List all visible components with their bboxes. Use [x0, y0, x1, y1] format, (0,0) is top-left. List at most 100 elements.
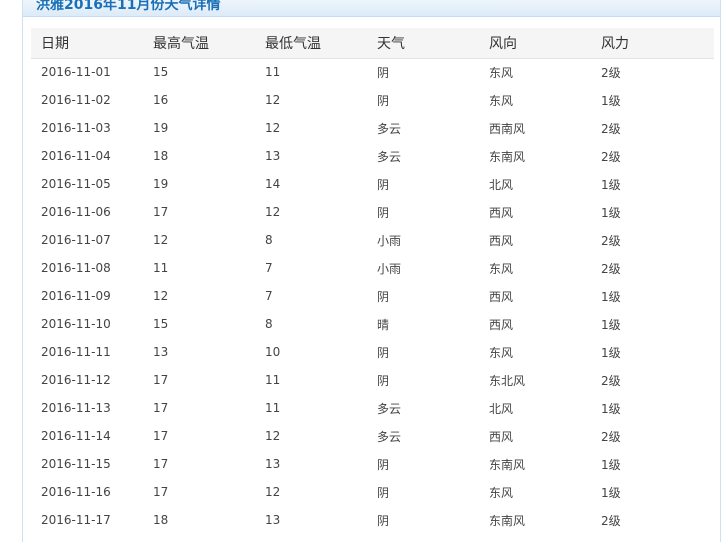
cell-wind-direction: 东北风 [489, 373, 526, 388]
cell-low-temp: 12 [265, 429, 281, 443]
cell-high-temp: 17 [153, 485, 169, 499]
cell-date: 2016-11-10 [41, 317, 111, 331]
cell-wind-force: 1级 [601, 317, 621, 332]
table-row: 2016-11-02 16 12 阴 东风 1级 [31, 86, 714, 114]
cell-low-temp: 12 [265, 485, 281, 499]
cell-weather: 多云 [377, 429, 402, 444]
cell-wind-direction: 东风 [489, 261, 514, 276]
cell-high-temp: 12 [153, 233, 169, 247]
cell-wind-direction: 西风 [489, 317, 514, 332]
cell-wind-force: 1级 [601, 177, 621, 192]
cell-wind-direction: 西南风 [489, 121, 526, 136]
cell-date: 2016-11-09 [41, 289, 111, 303]
cell-wind-direction: 东南风 [489, 513, 526, 528]
cell-wind-direction: 东风 [489, 93, 514, 108]
cell-wind-force: 2级 [601, 149, 621, 164]
table-row: 2016-11-16 17 12 阴 东风 1级 [31, 478, 714, 506]
table-row: 2016-11-14 17 12 多云 西风 2级 [31, 422, 714, 450]
cell-date: 2016-11-05 [41, 177, 111, 191]
cell-high-temp: 17 [153, 429, 169, 443]
cell-wind-direction: 东风 [489, 345, 514, 360]
table-row: 2016-11-09 12 7 阴 西风 1级 [31, 282, 714, 310]
cell-weather: 阴 [377, 373, 390, 388]
panel-title-bar: 洪雅2016年11月份天气详情 [23, 0, 720, 17]
cell-date: 2016-11-16 [41, 485, 111, 499]
cell-low-temp: 11 [265, 401, 281, 415]
cell-wind-direction: 北风 [489, 177, 514, 192]
cell-high-temp: 17 [153, 205, 169, 219]
cell-low-temp: 13 [265, 513, 281, 527]
cell-weather: 多云 [377, 149, 402, 164]
cell-weather: 多云 [377, 401, 402, 416]
table-row: 2016-11-13 17 11 多云 北风 1级 [31, 394, 714, 422]
cell-weather: 阴 [377, 93, 390, 108]
cell-date: 2016-11-11 [41, 345, 111, 359]
cell-low-temp: 12 [265, 93, 281, 107]
cell-weather: 阴 [377, 345, 390, 360]
cell-weather: 小雨 [377, 261, 402, 276]
page-title: 洪雅2016年11月份天气详情 [36, 0, 221, 13]
cell-wind-force: 1级 [601, 457, 621, 472]
weather-table: 日期 最高气温 最低气温 天气 风向 风力 2016-11-01 15 11 阴东风 2… [31, 28, 714, 534]
table-row: 2016-11-05 19 14 阴 北风 1级 [31, 170, 714, 198]
cell-wind-force: 1级 [601, 345, 621, 360]
cell-high-temp: 17 [153, 401, 169, 415]
cell-wind-direction: 西风 [489, 289, 514, 304]
cell-weather: 阴 [377, 457, 390, 472]
cell-date: 2016-11-12 [41, 373, 111, 387]
header-high-temp: 最高气温 [143, 28, 255, 59]
cell-wind-direction: 东南风 [489, 457, 526, 472]
cell-high-temp: 17 [153, 457, 169, 471]
cell-low-temp: 13 [265, 149, 281, 163]
cell-low-temp: 11 [265, 373, 281, 387]
cell-high-temp: 19 [153, 177, 169, 191]
cell-weather: 阴 [377, 289, 390, 304]
cell-wind-force: 1级 [601, 205, 621, 220]
cell-weather: 阴 [377, 205, 390, 220]
table-body: 2016-11-01 15 11 阴东风 2级 2016-11-02 16 12 阴东风 1级 20… [31, 58, 714, 534]
cell-low-temp: 11 [265, 65, 281, 80]
table-row: 2016-11-10 15 8 晴 西风 1级 [31, 310, 714, 338]
cell-low-temp: 14 [265, 177, 281, 191]
cell-date: 2016-11-13 [41, 401, 111, 415]
cell-low-temp: 7 [265, 289, 273, 303]
cell-date: 2016-11-04 [41, 149, 111, 163]
cell-wind-direction: 北风 [489, 401, 514, 416]
cell-wind-force: 2级 [601, 65, 621, 80]
cell-date: 2016-11-03 [41, 121, 111, 135]
header-wind-force: 风力 [591, 28, 714, 59]
header-low-temp: 最低气温 [255, 28, 367, 59]
cell-high-temp: 15 [153, 65, 169, 80]
cell-low-temp: 7 [265, 261, 273, 275]
cell-weather: 阴 [377, 177, 390, 192]
cell-weather: 小雨 [377, 233, 402, 248]
cell-date: 2016-11-01 [41, 65, 111, 80]
table-row: 2016-11-03 19 12 多云 西南风 2级 [31, 114, 714, 142]
cell-wind-direction: 东风 [489, 485, 514, 500]
cell-weather: 阴 [377, 513, 390, 528]
cell-wind-force: 2级 [601, 233, 621, 248]
table-header-row: 日期 最高气温 最低气温 天气 风向 风力 [31, 28, 714, 59]
cell-high-temp: 18 [153, 513, 169, 527]
cell-weather: 多云 [377, 121, 402, 136]
cell-low-temp: 12 [265, 205, 281, 219]
cell-low-temp: 8 [265, 233, 273, 247]
cell-low-temp: 13 [265, 457, 281, 471]
cell-wind-force: 1级 [601, 93, 621, 108]
table-row: 2016-11-12 17 11 阴 东北风 2级 [31, 366, 714, 394]
table-row: 2016-11-01 15 11 阴 东风 2级 [31, 58, 714, 86]
cell-high-temp: 15 [153, 317, 169, 331]
cell-date: 2016-11-17 [41, 513, 111, 527]
cell-date: 2016-11-06 [41, 205, 111, 219]
cell-high-temp: 16 [153, 93, 169, 107]
cell-high-temp: 13 [153, 345, 169, 359]
cell-weather: 阴 [377, 65, 390, 80]
cell-wind-direction: 西风 [489, 233, 514, 248]
cell-high-temp: 17 [153, 373, 169, 387]
cell-low-temp: 8 [265, 317, 273, 331]
cell-wind-force: 2级 [601, 121, 621, 136]
weather-panel: 洪雅2016年11月份天气详情 日期 最高气温 最低气温 天气 风向 风力 20… [22, 0, 721, 542]
header-wind-direction: 风向 [479, 28, 591, 59]
table-row: 2016-11-06 17 12 阴 西风 1级 [31, 198, 714, 226]
cell-high-temp: 11 [153, 261, 169, 275]
